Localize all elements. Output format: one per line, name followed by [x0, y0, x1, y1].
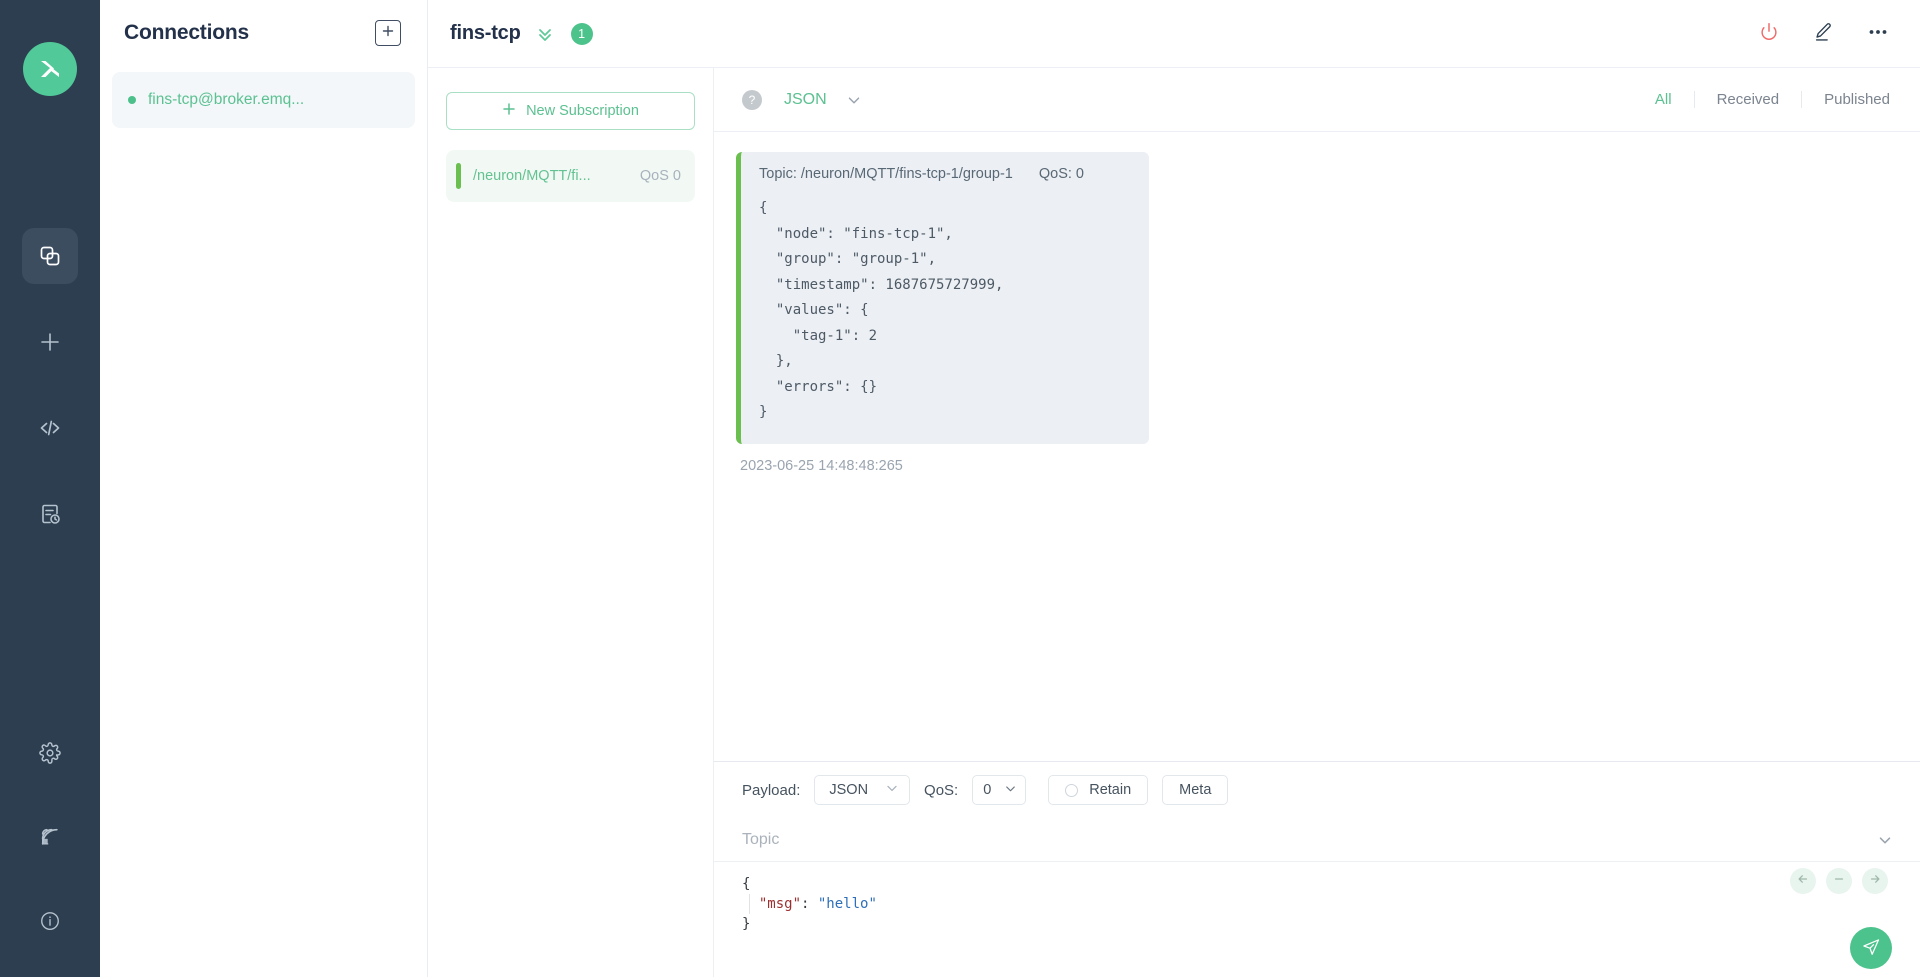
- topic-row: [714, 818, 1920, 862]
- pencil-icon: [1812, 21, 1834, 46]
- chevron-down-icon[interactable]: [1876, 831, 1894, 849]
- log-history-icon: [38, 502, 62, 526]
- add-connection-button[interactable]: [375, 20, 401, 46]
- sidebar-item-broadcast[interactable]: [22, 809, 78, 865]
- info-circle-icon: [39, 910, 61, 932]
- power-icon: [1758, 21, 1780, 46]
- send-button[interactable]: [1850, 927, 1892, 969]
- messages-toolbar: ? JSON All Received Published: [714, 68, 1920, 132]
- connections-header: Connections: [100, 0, 427, 66]
- qos-value: 0: [983, 782, 991, 798]
- sidebar-item-settings[interactable]: [22, 725, 78, 781]
- sidebar-item-scripts[interactable]: [22, 400, 78, 456]
- connection-name: fins-tcp@broker.emq...: [148, 91, 304, 109]
- plus-icon: [38, 330, 62, 354]
- payload-editor-row: { "msg": "hello" }: [714, 862, 1920, 977]
- list-item[interactable]: fins-tcp@broker.emq...: [112, 72, 415, 128]
- editor-line-3: }: [742, 916, 750, 932]
- tab-received[interactable]: Received: [1694, 91, 1802, 108]
- messages-panel: ? JSON All Received Published: [714, 68, 1920, 977]
- message-header: Topic: /neuron/MQTT/fins-tcp-1/group-1 Q…: [759, 166, 1127, 182]
- composer-toolbar: Payload: JSON QoS: 0: [714, 762, 1920, 818]
- editor-key: "msg": [759, 896, 801, 912]
- qos-label: QoS:: [924, 782, 958, 799]
- arrow-left-icon: [1796, 872, 1810, 891]
- list-item[interactable]: /neuron/MQTT/fi... QoS 0: [446, 150, 695, 202]
- mqttx-logo-icon: [23, 42, 77, 96]
- sidebar-item-log[interactable]: [22, 486, 78, 542]
- topic-input[interactable]: [742, 831, 1876, 849]
- disconnect-button[interactable]: [1758, 21, 1780, 46]
- tab-published[interactable]: Published: [1801, 91, 1890, 108]
- message-timestamp: 2023-06-25 14:48:48:265: [736, 458, 903, 474]
- code-icon: [38, 416, 62, 440]
- edit-connection-button[interactable]: [1812, 21, 1834, 46]
- radio-icon: [1065, 784, 1078, 797]
- new-subscription-button[interactable]: New Subscription: [446, 92, 695, 130]
- send-plane-icon: [1861, 937, 1881, 960]
- more-options-button[interactable]: [1866, 20, 1890, 47]
- history-nav-group: [1790, 868, 1888, 894]
- broadcast-icon: [39, 826, 61, 848]
- page-title: Connections: [124, 21, 249, 45]
- status-dot-icon: [128, 96, 136, 104]
- subscriptions-panel: New Subscription /neuron/MQTT/fi... QoS …: [428, 68, 714, 977]
- retain-toggle[interactable]: Retain: [1048, 775, 1148, 805]
- arrow-right-icon: [1868, 872, 1882, 891]
- editor-colon: :: [801, 896, 818, 912]
- ellipsis-icon: [1866, 20, 1890, 47]
- message-payload: { "node": "fins-tcp-1", "group": "group-…: [759, 196, 1127, 426]
- subscription-color-bar: [456, 163, 461, 189]
- new-subscription-label: New Subscription: [526, 103, 639, 119]
- sidebar-item-new-connection[interactable]: [22, 314, 78, 370]
- plus-icon: [502, 102, 516, 120]
- clear-history-button[interactable]: [1826, 868, 1852, 894]
- question-circle-icon[interactable]: ?: [742, 90, 762, 110]
- connection-title: fins-tcp: [450, 22, 521, 45]
- subscription-qos: QoS 0: [640, 168, 681, 184]
- sidebar-item-connections[interactable]: [22, 228, 78, 284]
- connection-list: fins-tcp@broker.emq...: [100, 66, 427, 128]
- next-history-button[interactable]: [1862, 868, 1888, 894]
- retain-label: Retain: [1089, 782, 1131, 798]
- meta-label: Meta: [1179, 782, 1211, 798]
- message-topic: Topic: /neuron/MQTT/fins-tcp-1/group-1: [759, 166, 1013, 182]
- editor-value: "hello": [818, 896, 877, 912]
- indent-guide: [749, 894, 750, 914]
- connections-panel: Connections fins-tcp@broker.emq...: [100, 0, 428, 977]
- content-row: New Subscription /neuron/MQTT/fi... QoS …: [428, 68, 1920, 977]
- payload-format-select[interactable]: JSON: [814, 775, 910, 805]
- status-badge: 1: [571, 23, 593, 45]
- minus-icon: [1832, 872, 1846, 891]
- subscription-topic: /neuron/MQTT/fi...: [473, 168, 628, 184]
- chevron-down-icon: [884, 780, 900, 800]
- plus-icon: [381, 24, 395, 43]
- chevron-down-icon: [1003, 781, 1018, 800]
- message-qos: QoS: 0: [1039, 166, 1084, 182]
- message-item: Topic: /neuron/MQTT/fins-tcp-1/group-1 Q…: [736, 152, 1892, 474]
- chevron-down-icon[interactable]: [845, 91, 863, 109]
- payload-format-value[interactable]: JSON: [784, 91, 827, 109]
- topbar-actions: [1758, 20, 1890, 47]
- message-list[interactable]: Topic: /neuron/MQTT/fins-tcp-1/group-1 Q…: [714, 132, 1920, 761]
- message-filter-tabs: All Received Published: [1633, 91, 1890, 108]
- icon-rail: [0, 0, 100, 977]
- publish-composer: Payload: JSON QoS: 0: [714, 761, 1920, 977]
- prev-history-button[interactable]: [1790, 868, 1816, 894]
- connections-icon: [38, 244, 62, 268]
- message-bubble[interactable]: Topic: /neuron/MQTT/fins-tcp-1/group-1 Q…: [736, 152, 1149, 444]
- tab-all[interactable]: All: [1633, 91, 1694, 108]
- connection-topbar: fins-tcp 1: [428, 0, 1920, 68]
- editor-line-1: {: [742, 876, 750, 892]
- sidebar-item-help[interactable]: [22, 893, 78, 949]
- meta-button[interactable]: Meta: [1162, 775, 1228, 805]
- main-area: fins-tcp 1: [428, 0, 1920, 977]
- double-chevron-down-icon[interactable]: [535, 24, 555, 44]
- gear-icon: [39, 742, 61, 764]
- app-window: Connections fins-tcp@broker.emq... fins-…: [0, 0, 1920, 977]
- payload-format-value: JSON: [829, 782, 868, 798]
- qos-select[interactable]: 0: [972, 775, 1026, 805]
- payload-editor[interactable]: { "msg": "hello" }: [742, 874, 1892, 934]
- payload-label: Payload:: [742, 782, 800, 799]
